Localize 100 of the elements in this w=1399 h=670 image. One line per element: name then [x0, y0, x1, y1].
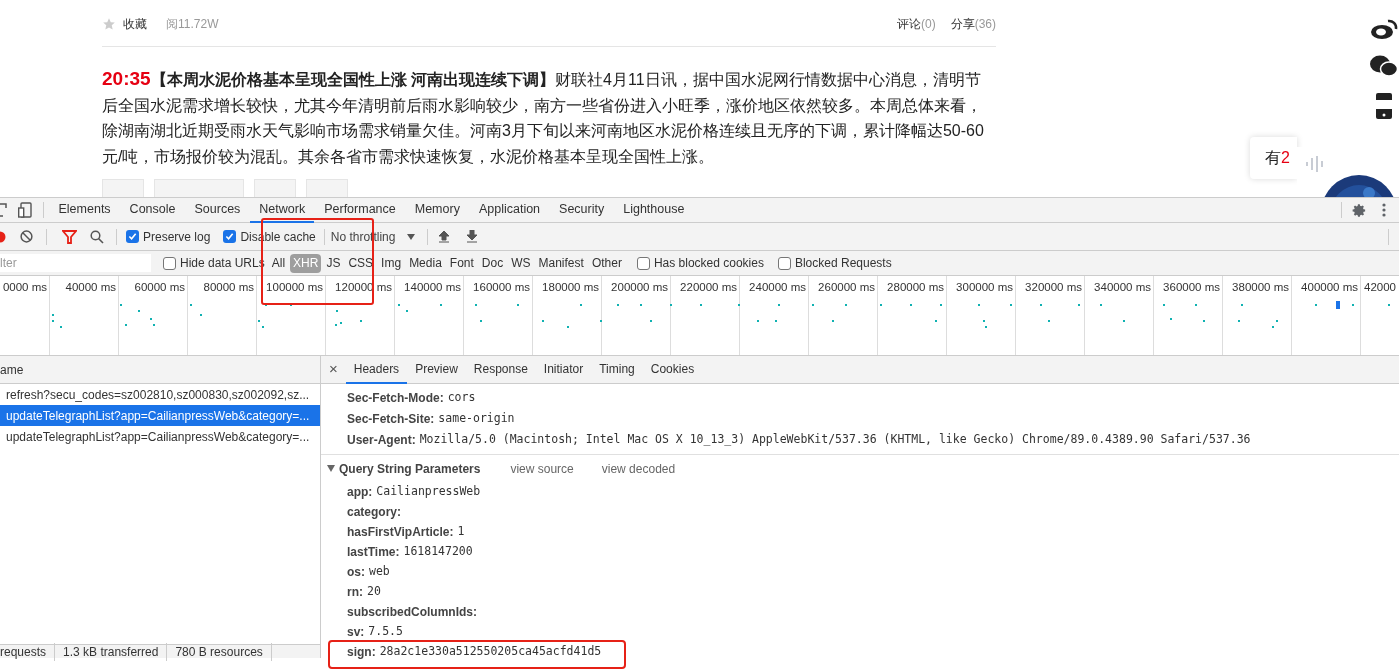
comments-link[interactable]: 评论(0)	[897, 15, 936, 33]
param-value: 7.5.5	[368, 623, 403, 641]
timeline-tick-label: 320000 ms	[1025, 281, 1082, 293]
close-button[interactable]: ×	[329, 358, 338, 381]
header-name: User-Agent:	[347, 431, 416, 449]
timeline-tick-label: 360000 ms	[1163, 281, 1220, 293]
type-filter[interactable]: Other	[588, 253, 625, 273]
clear-icon[interactable]	[20, 230, 33, 243]
panel-tab[interactable]: Sources	[185, 197, 250, 223]
type-filter[interactable]: Manifest	[535, 253, 587, 273]
notice-text: 有2	[1265, 148, 1290, 168]
panel-tab[interactable]: Lighthouse	[614, 197, 694, 223]
weibo-icon[interactable]	[1370, 18, 1398, 40]
timeline-tick-label: 100000 ms	[266, 281, 323, 293]
notice-popup[interactable]: 有2	[1250, 137, 1297, 179]
param-value: 1	[457, 523, 465, 541]
timeline-tick-label: 40000 ms	[65, 281, 116, 293]
caret-icon	[407, 233, 416, 240]
param-value: web	[369, 563, 390, 581]
status-text: requests	[0, 642, 56, 661]
timeline-tick-label: 340000 ms	[1094, 281, 1151, 293]
disclosure-icon	[327, 465, 335, 472]
timeline-tick-label: 160000 ms	[473, 281, 530, 293]
param-name: subscribedColumnIds:	[347, 604, 477, 621]
param-name: sign:	[347, 644, 376, 661]
favorite-link[interactable]: 收藏	[123, 15, 147, 33]
view-decoded-link[interactable]: view decoded	[601, 459, 676, 478]
checkbox[interactable]	[223, 230, 237, 243]
settings-icon[interactable]	[1352, 202, 1367, 218]
panel-tab[interactable]: Performance	[315, 197, 405, 223]
wechat-icon[interactable]	[1370, 54, 1398, 78]
status-text: 780 B resources	[167, 642, 272, 661]
timeline-tick-label: 80000 ms	[203, 281, 254, 293]
type-filter[interactable]: Img	[378, 253, 405, 273]
checkbox-label: Blocked Requests	[794, 255, 892, 272]
checkbox-label: Preserve log	[143, 228, 211, 246]
detail-tab[interactable]: Headers	[345, 355, 408, 384]
panel-tab[interactable]: Console	[120, 197, 185, 223]
type-filter[interactable]: Doc	[478, 253, 507, 273]
request-row[interactable]: updateTelegraphList?app=CailianpressWeb&category=...	[0, 405, 320, 426]
inspect-icon[interactable]	[0, 203, 8, 217]
upload-icon[interactable]	[438, 230, 451, 243]
checkbox[interactable]	[777, 256, 791, 270]
panel-tab[interactable]: Memory	[405, 197, 469, 223]
timeline-tick-label: 140000 ms	[404, 281, 461, 293]
panel-tab[interactable]: Application	[469, 197, 550, 223]
detail-tab[interactable]: Cookies	[642, 355, 703, 384]
type-filter[interactable]: JS	[323, 253, 344, 273]
panel-tab[interactable]: Elements	[49, 197, 120, 223]
device-icon[interactable]	[18, 202, 32, 218]
type-filter[interactable]: CSS	[345, 253, 377, 273]
param-value: 28a2c1e330a512550205ca45acfd41d5	[379, 643, 602, 661]
param-name: lastTime:	[347, 544, 400, 561]
record-icon[interactable]	[0, 230, 6, 243]
detail-tab[interactable]: Preview	[407, 355, 466, 384]
header-value: Mozilla/5.0 (Macintosh; Intel Mac OS X 10_13_3) AppleWebKit/537.36 (KHTML, like Gecko) Chrome/89.0.4389.90 Safari/537.36	[419, 430, 1251, 448]
timeline-tick-label: 200000 ms	[611, 281, 668, 293]
param-name: hasFirstVipArticle:	[347, 524, 454, 541]
filter-field[interactable]: lter	[0, 254, 151, 272]
detail-tab[interactable]: Response	[465, 355, 536, 384]
timeline-tick-label: 60000 ms	[134, 281, 185, 293]
news-paragraph: 20:35【本周水泥价格基本呈现全国性上涨 河南出现连续下调】财联社4月11日讯，据中国水泥网行情数据中心消息，清明节后全国水泥需求增长较快，尤其今年清明前后雨水影响较少，南方一些省份进入小旺季，涨价地区依然较多。本周总体来看，除湖南湖北近期受雨水天气影响市场需求销量欠佳。河南3月下旬以来河南地区水泥价格连续且无序的下调，累计降幅达50-60元/吨，市场报价较为混乱。其余各省市需求快速恢复，水泥价格基本呈现全国性上涨。	[102, 67, 985, 167]
param-name: category:	[347, 504, 402, 521]
star-icon[interactable]	[102, 17, 116, 31]
timeline-tick-label: 280000 ms	[887, 281, 944, 293]
detail-tab[interactable]: Initiator	[535, 355, 592, 384]
timeline-tick-label: 42000	[1364, 281, 1396, 293]
timeline-tick-label: 180000 ms	[542, 281, 599, 293]
column-header[interactable]: ame	[0, 360, 24, 379]
type-filter[interactable]: WS	[508, 253, 534, 273]
search-icon[interactable]	[90, 229, 104, 244]
share-link[interactable]: 分享(36)	[950, 15, 996, 33]
timeline-tick-label: 380000 ms	[1232, 281, 1289, 293]
header-value: cors	[447, 388, 476, 406]
param-value: CailianpressWeb	[376, 483, 481, 501]
param-name: rn:	[347, 584, 363, 601]
checkbox[interactable]	[126, 230, 139, 243]
more-options-icon[interactable]	[1382, 203, 1386, 217]
param-value: 1618147200	[403, 543, 473, 561]
header-name: Sec-Fetch-Site:	[347, 410, 435, 428]
sound-wave-icon	[1305, 155, 1325, 173]
status-text: 1.3 kB transferred	[55, 642, 168, 661]
timeline-tick-label: 0000 ms	[2, 281, 47, 293]
download-icon[interactable]	[466, 230, 479, 243]
detail-tab[interactable]: Timing	[591, 355, 643, 384]
filter-icon[interactable]	[62, 229, 77, 244]
param-value: 20	[367, 583, 381, 601]
type-filter[interactable]: Font	[446, 253, 477, 273]
type-filter[interactable]: All	[268, 253, 289, 273]
timeline-tick-label: 220000 ms	[680, 281, 737, 293]
panel-tab[interactable]: Security	[550, 197, 614, 223]
type-filter[interactable]: Media	[406, 253, 445, 273]
checkbox[interactable]	[163, 256, 176, 270]
timeline-tick-label: 300000 ms	[956, 281, 1013, 293]
view-source-link[interactable]: view source	[510, 459, 574, 478]
checkbox-label: Has blocked cookies	[653, 255, 764, 272]
timeline-tick-label: 120000 ms	[335, 281, 392, 293]
header-name: Sec-Fetch-Mode:	[347, 389, 444, 407]
checkbox[interactable]	[636, 256, 650, 270]
param-name: sv:	[347, 624, 365, 641]
